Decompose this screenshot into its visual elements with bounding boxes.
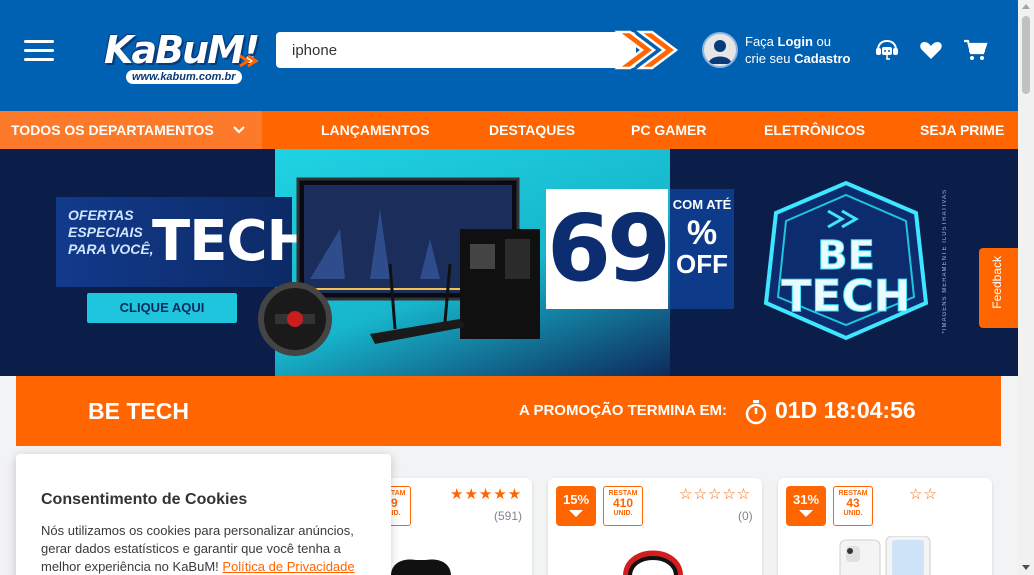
- all-departments-dropdown[interactable]: TODOS OS DEPARTAMENTOS: [0, 111, 262, 149]
- logo-wordmark: KaBuM!: [104, 28, 260, 72]
- nav-link-seja-prime[interactable]: SEJA PRIME: [920, 111, 1004, 149]
- discount-badge[interactable]: 15%: [556, 486, 596, 526]
- stopwatch-icon: [745, 400, 767, 425]
- cookie-title: Consentimento de Cookies: [41, 491, 248, 508]
- cart-icon[interactable]: [962, 37, 988, 63]
- logo-arrow-icon: [239, 54, 259, 68]
- promo-ends-label: A PROMOÇÃO TERMINA EM:: [519, 402, 728, 419]
- logo-url: www.kabum.com.br: [126, 70, 242, 84]
- category-navbar: TODOS OS DEPARTAMENTOS LANÇAMENTOS DESTA…: [0, 111, 1018, 149]
- user-avatar-icon: [702, 32, 738, 68]
- all-departments-label: TODOS OS DEPARTAMENTOS: [11, 122, 214, 138]
- promo-banner[interactable]: OFERTAS ESPECIAIS PARA VOCÊ, TECH CLIQUE…: [0, 149, 1018, 376]
- menu-icon[interactable]: [24, 40, 54, 62]
- be-tech-logo: BE TECH: [763, 180, 929, 341]
- nav-link-eletronicos[interactable]: ELETRÔNICOS: [764, 111, 865, 149]
- rating-stars: ☆☆☆☆☆: [679, 486, 752, 503]
- support-chat-icon[interactable]: [874, 37, 900, 63]
- review-count: (0): [738, 509, 753, 523]
- nav-link-destaques[interactable]: DESTAQUES: [489, 111, 575, 149]
- feedback-tab[interactable]: Feedback: [979, 248, 1018, 328]
- search-input[interactable]: [276, 32, 616, 68]
- discount-label: COM ATÉ % OFF: [670, 189, 734, 309]
- be-tech-promo-bar: BE TECH A PROMOÇÃO TERMINA EM: 01D 18:04…: [16, 376, 1001, 446]
- rating-stars: ☆☆: [909, 486, 938, 503]
- promo-countdown: 01D 18:04:56: [775, 397, 916, 423]
- chevron-down-icon: [233, 126, 245, 134]
- discount-badge[interactable]: 31%: [786, 486, 826, 526]
- svg-text:TECH: TECH: [781, 271, 910, 322]
- stock-badge: RESTAM 410 UNID.: [603, 486, 643, 526]
- click-here-button[interactable]: CLIQUE AQUI: [87, 293, 237, 323]
- cookie-consent-dialog: Consentimento de Cookies Nós utilizamos …: [16, 454, 391, 575]
- site-header: KaBuM! www.kabum.com.br Faça Login ou cr…: [0, 0, 1018, 111]
- scroll-up-arrow-icon[interactable]: [1022, 4, 1030, 9]
- heart-icon[interactable]: [918, 37, 944, 63]
- nav-link-lancamentos[interactable]: LANÇAMENTOS: [321, 111, 430, 149]
- product-card[interactable]: 31% RESTAM 43 UNID. ☆☆: [778, 478, 992, 575]
- page-scrollbar[interactable]: [1018, 0, 1034, 575]
- offer-subtitle: OFERTAS ESPECIAIS PARA VOCÊ,: [68, 207, 154, 257]
- login-area[interactable]: Faça Login ou crie seu Cadastro: [702, 30, 862, 70]
- arrow-down-icon: [569, 510, 583, 517]
- rating-stars: ★★★★★: [450, 486, 523, 503]
- discount-number: 69: [546, 189, 671, 309]
- login-text: Faça Login ou crie seu Cadastro: [745, 34, 851, 66]
- banner-disclaimer: *IMAGENS MERAMENTE ILUSTRATIVAS: [942, 189, 948, 334]
- scroll-down-arrow-icon[interactable]: [1022, 565, 1030, 570]
- scroll-thumb[interactable]: [1022, 16, 1030, 94]
- privacy-policy-link[interactable]: Política de Privacidade: [222, 559, 354, 574]
- headset-image: [623, 550, 683, 575]
- iphone-image: [839, 536, 931, 575]
- gamepad-image: [391, 559, 451, 575]
- search-box: [276, 32, 636, 68]
- nav-link-pc-gamer[interactable]: PC GAMER: [631, 111, 706, 149]
- review-count: (591): [494, 509, 523, 523]
- stock-badge: RESTAM 43 UNID.: [833, 486, 873, 526]
- kabum-logo[interactable]: KaBuM! www.kabum.com.br: [100, 26, 260, 90]
- promo-title: BE TECH: [88, 398, 189, 424]
- banner-products-image: [258, 177, 540, 356]
- search-arrow-button[interactable]: [612, 26, 678, 74]
- cookie-text: Nós utilizamos os cookies para personali…: [41, 523, 355, 574]
- feedback-label: Feedback: [990, 256, 1004, 309]
- arrow-down-icon: [799, 510, 813, 517]
- register-link[interactable]: Cadastro: [794, 51, 850, 66]
- login-link[interactable]: Login: [778, 34, 813, 49]
- product-card[interactable]: 15% RESTAM 410 UNID. ☆☆☆☆☆ (0): [548, 478, 762, 575]
